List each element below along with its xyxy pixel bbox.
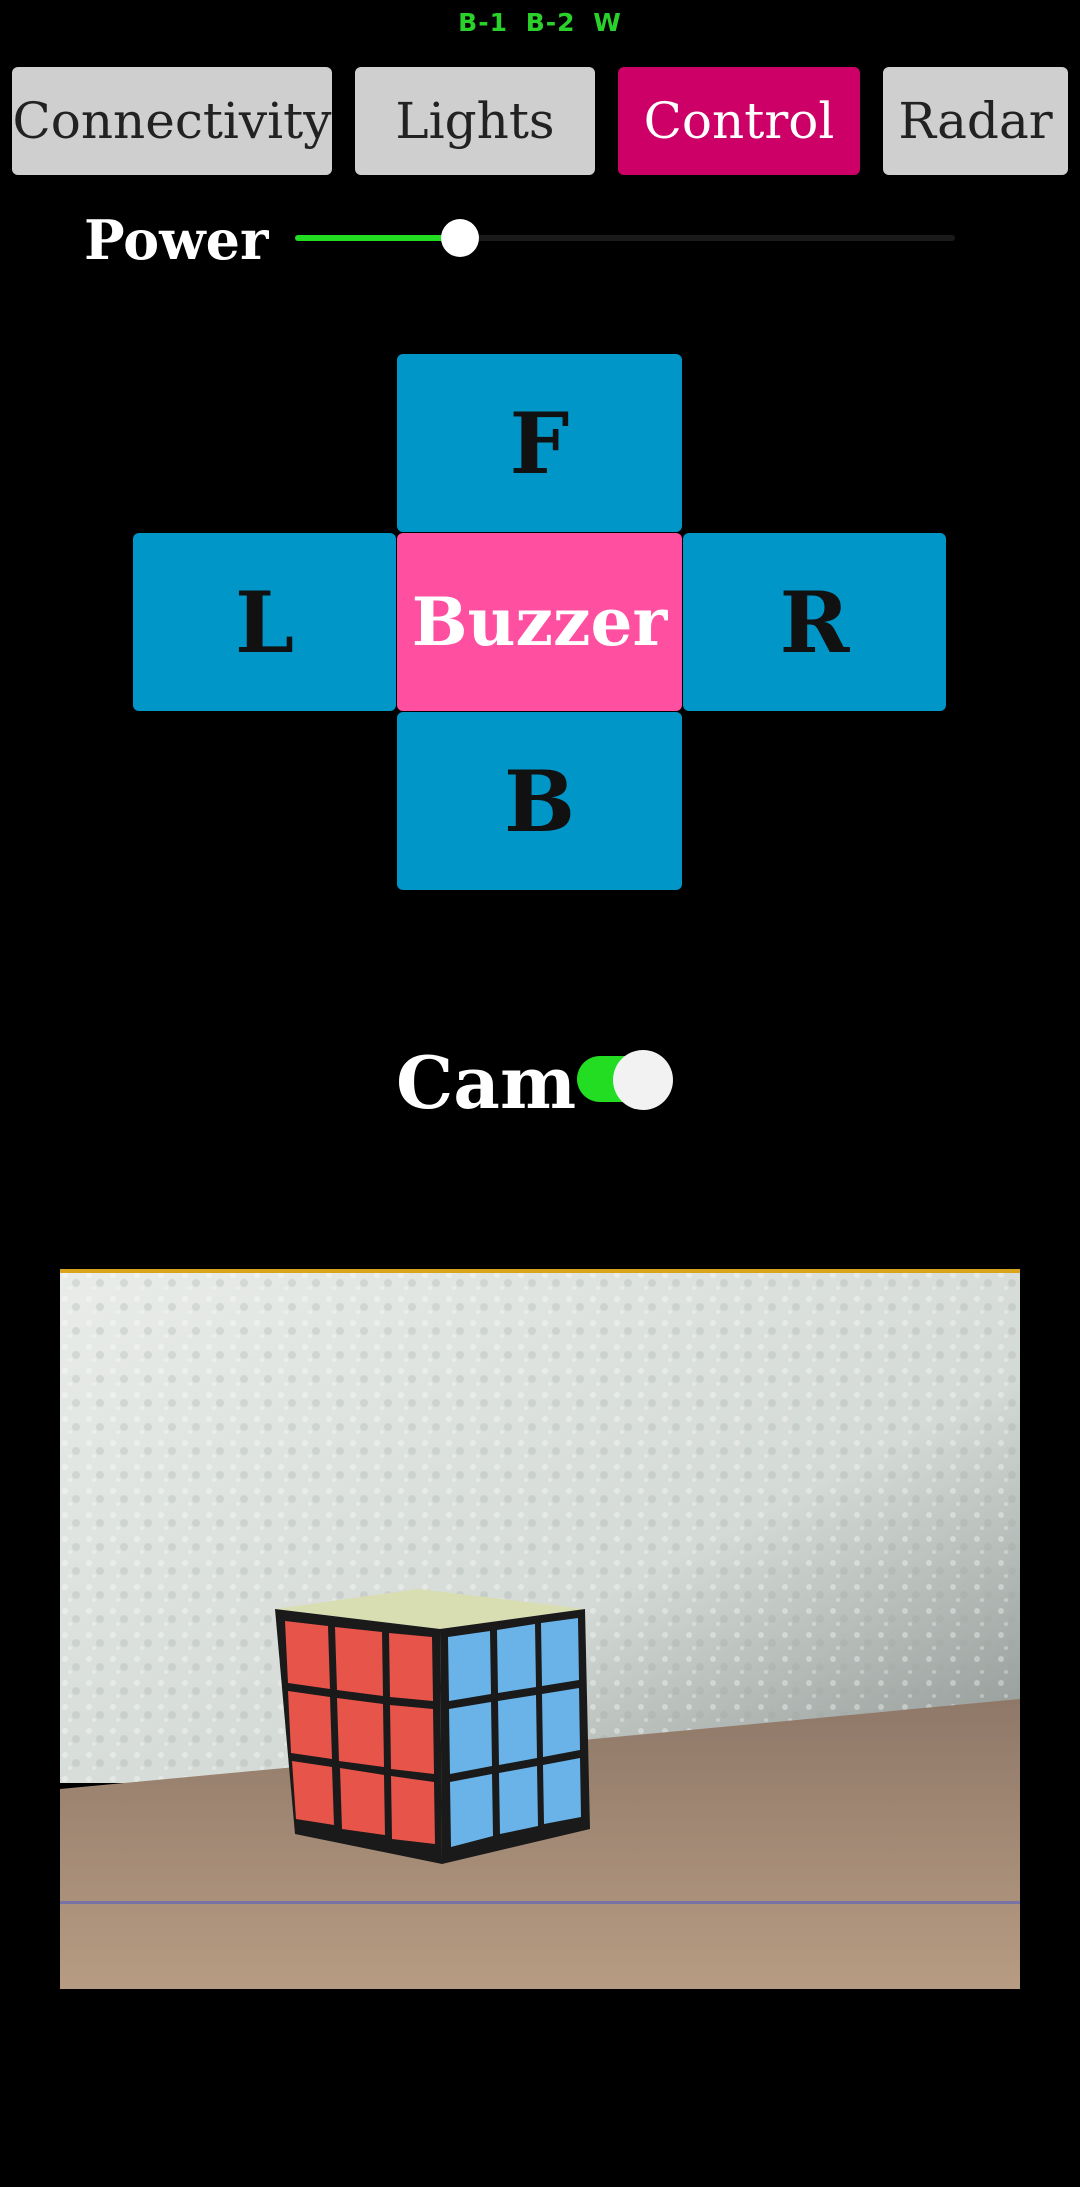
cam-label: Cam — [396, 1040, 577, 1125]
rubiks-cube-photo — [60, 1269, 1020, 1989]
cam-toggle[interactable] — [577, 1050, 673, 1110]
status-indicators: B-1 B-2 W — [0, 8, 1080, 37]
tab-radar[interactable]: Radar — [883, 67, 1068, 175]
tab-connectivity[interactable]: Connectivity — [12, 67, 332, 175]
status-b1: B-1 — [458, 8, 508, 37]
power-label: Power — [84, 208, 269, 272]
forward-button[interactable]: F — [397, 354, 682, 532]
power-slider-fill — [295, 235, 460, 241]
tab-lights[interactable]: Lights — [355, 67, 595, 175]
camera-feed — [60, 1269, 1020, 1989]
power-slider[interactable] — [295, 219, 955, 257]
power-slider-thumb[interactable] — [441, 219, 479, 257]
left-button[interactable]: L — [133, 533, 396, 711]
back-button[interactable]: B — [397, 712, 682, 890]
tab-control[interactable]: Control — [618, 67, 860, 175]
status-w: W — [593, 8, 622, 37]
status-b2: B-2 — [525, 8, 576, 37]
buzzer-button[interactable]: Buzzer — [397, 533, 682, 711]
cam-toggle-knob[interactable] — [613, 1050, 673, 1110]
right-button[interactable]: R — [683, 533, 946, 711]
